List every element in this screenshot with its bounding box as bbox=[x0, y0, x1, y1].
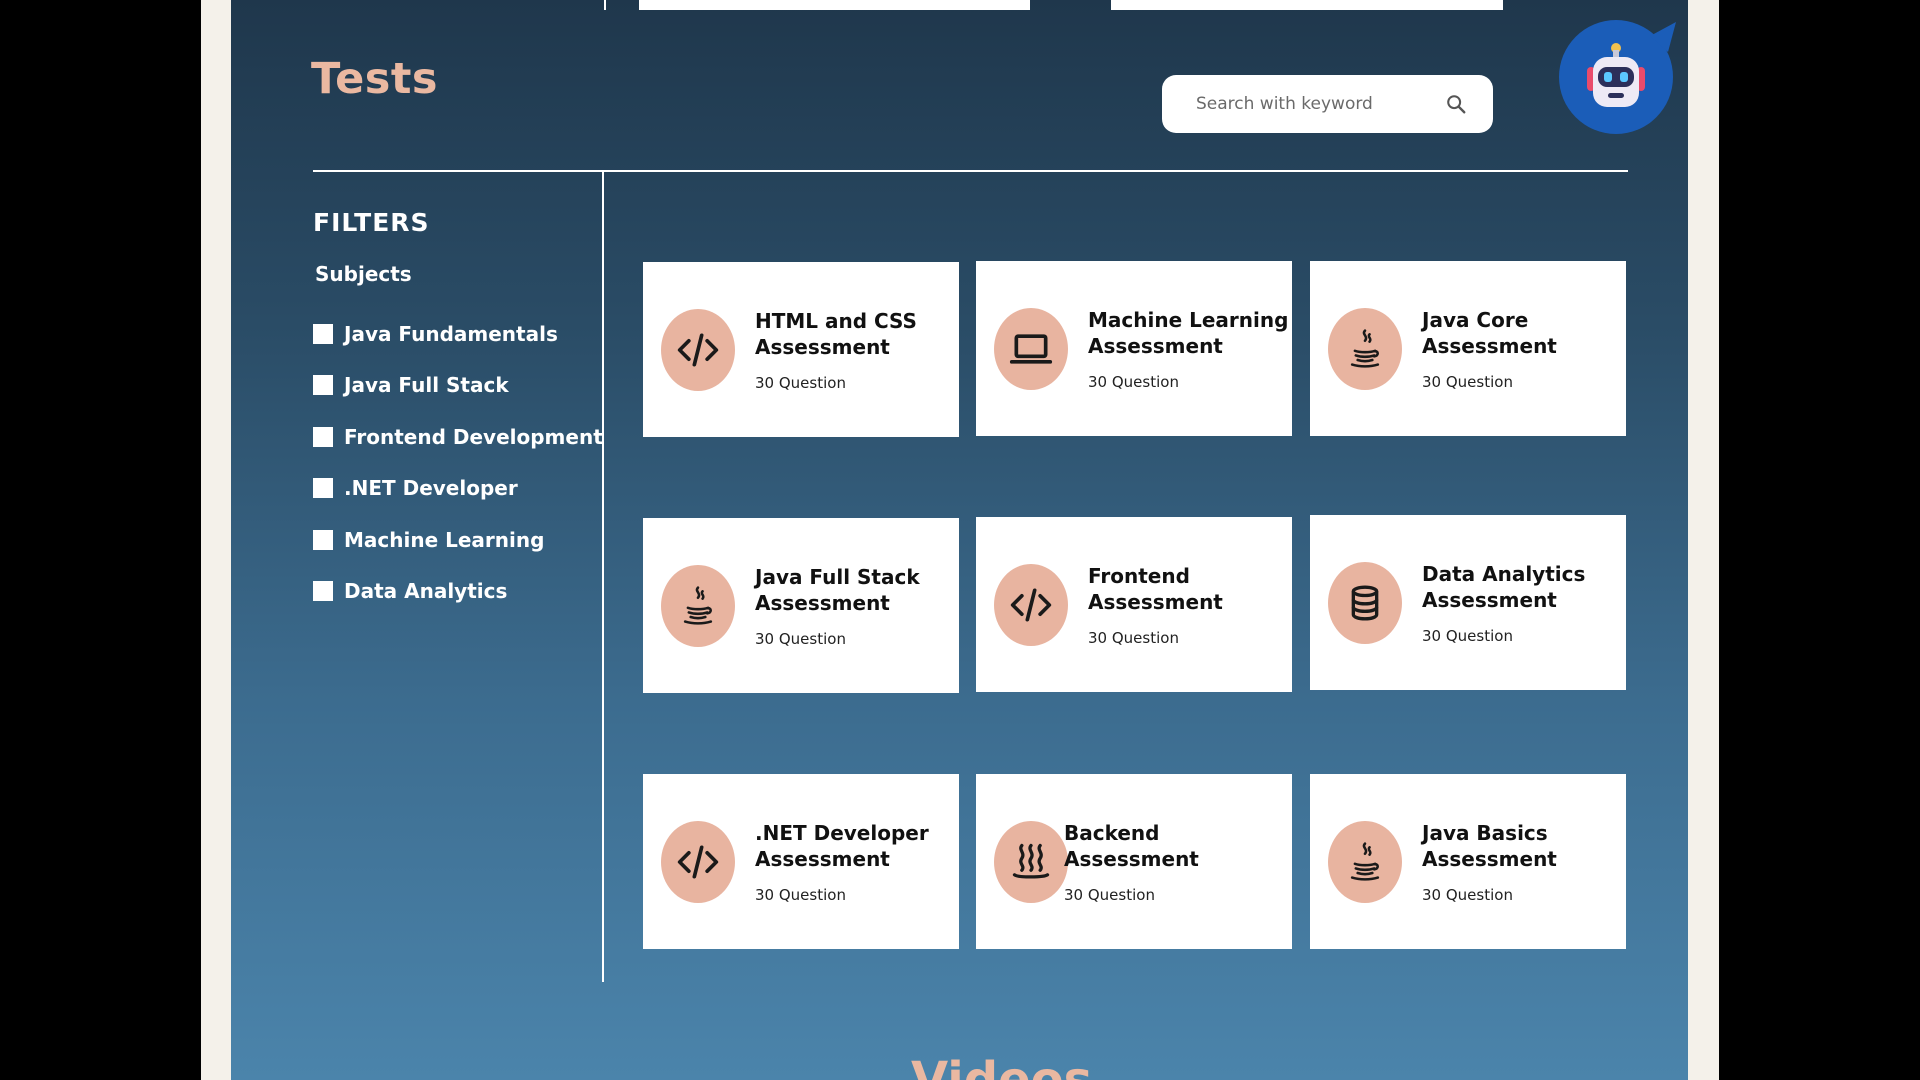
videos-section-title: Videos bbox=[911, 1052, 1093, 1080]
code-icon bbox=[994, 563, 1068, 646]
question-count: 30 Question bbox=[1088, 372, 1179, 391]
question-count: 30 Question bbox=[755, 629, 846, 648]
filter-frontend-development[interactable]: Frontend Development bbox=[313, 411, 603, 463]
question-count: 30 Question bbox=[1422, 885, 1513, 904]
test-card-backend[interactable]: Backend Assessment 30 Question bbox=[976, 774, 1292, 949]
page-title: Tests bbox=[311, 54, 439, 104]
filter-label: Frontend Development bbox=[344, 424, 603, 449]
java-cup-icon bbox=[661, 564, 735, 647]
filter-label: Java Full Stack bbox=[344, 373, 509, 398]
previous-card-edge bbox=[1111, 0, 1503, 10]
checkbox[interactable] bbox=[313, 529, 333, 550]
subject-filter-list: Java Fundamentals Java Full Stack Fronte… bbox=[313, 308, 603, 617]
filters-title: FILTERS bbox=[313, 208, 430, 237]
filter-label: Java Fundamentals bbox=[344, 321, 558, 346]
database-icon bbox=[1328, 561, 1402, 644]
search-input[interactable] bbox=[1194, 93, 1445, 115]
filter-label: .NET Developer bbox=[344, 476, 518, 501]
test-card-html-css[interactable]: HTML and CSS Assessment 30 Question bbox=[643, 262, 959, 437]
card-title: Java Core Assessment bbox=[1422, 307, 1557, 358]
question-count: 30 Question bbox=[1064, 885, 1155, 904]
java-cup-icon bbox=[1328, 820, 1402, 903]
card-title: .NET Developer Assessment bbox=[755, 820, 929, 871]
test-card-data-analytics[interactable]: Data Analytics Assessment 30 Question bbox=[1310, 515, 1626, 690]
filter-data-analytics[interactable]: Data Analytics bbox=[313, 566, 603, 618]
checkbox[interactable] bbox=[313, 581, 333, 602]
filter-java-full-stack[interactable]: Java Full Stack bbox=[313, 360, 603, 412]
checkbox[interactable] bbox=[313, 478, 333, 499]
steam-icon bbox=[994, 820, 1068, 903]
search-box[interactable] bbox=[1162, 75, 1493, 133]
page-frame: Tests FILTERS Subjects Java Fundamentals… bbox=[201, 0, 1719, 1080]
question-count: 30 Question bbox=[1422, 626, 1513, 645]
filter-java-fundamentals[interactable]: Java Fundamentals bbox=[313, 308, 603, 360]
card-title: Java Full Stack Assessment bbox=[755, 564, 920, 615]
test-card-frontend[interactable]: Frontend Assessment 30 Question bbox=[976, 517, 1292, 692]
top-divider-stub bbox=[604, 0, 606, 10]
card-title: HTML and CSS Assessment bbox=[755, 308, 917, 359]
chatbot-button[interactable] bbox=[1558, 12, 1678, 136]
tests-panel: Tests FILTERS Subjects Java Fundamentals… bbox=[231, 0, 1688, 1080]
code-icon bbox=[661, 308, 735, 391]
code-icon bbox=[661, 820, 735, 903]
checkbox[interactable] bbox=[313, 426, 333, 447]
card-title: Frontend Assessment bbox=[1088, 563, 1223, 614]
test-card-java-core[interactable]: Java Core Assessment 30 Question bbox=[1310, 261, 1626, 436]
checkbox[interactable] bbox=[313, 375, 333, 396]
filter-net-developer[interactable]: .NET Developer bbox=[313, 463, 603, 515]
question-count: 30 Question bbox=[1088, 628, 1179, 647]
filter-machine-learning[interactable]: Machine Learning bbox=[313, 514, 603, 566]
filter-label: Machine Learning bbox=[344, 527, 545, 552]
test-card-java-full-stack[interactable]: Java Full Stack Assessment 30 Question bbox=[643, 518, 959, 693]
question-count: 30 Question bbox=[755, 885, 846, 904]
search-icon[interactable] bbox=[1445, 93, 1467, 115]
java-cup-icon bbox=[1328, 307, 1402, 390]
test-card-java-basics[interactable]: Java Basics Assessment 30 Question bbox=[1310, 774, 1626, 949]
test-card-machine-learning[interactable]: Machine Learning Assessment 30 Question bbox=[976, 261, 1292, 436]
card-title: Data Analytics Assessment bbox=[1422, 561, 1586, 612]
card-title: Java Basics Assessment bbox=[1422, 820, 1557, 871]
robot-icon bbox=[1559, 20, 1676, 134]
question-count: 30 Question bbox=[755, 373, 846, 392]
checkbox[interactable] bbox=[313, 323, 333, 344]
filter-label: Data Analytics bbox=[344, 579, 508, 604]
card-title: Machine Learning Assessment bbox=[1088, 307, 1289, 358]
test-card-net-developer[interactable]: .NET Developer Assessment 30 Question bbox=[643, 774, 959, 949]
subjects-label: Subjects bbox=[315, 262, 412, 286]
question-count: 30 Question bbox=[1422, 372, 1513, 391]
card-title: Backend Assessment bbox=[1064, 820, 1199, 871]
laptop-icon bbox=[994, 307, 1068, 390]
header-divider bbox=[313, 170, 1628, 172]
previous-card-edge bbox=[639, 0, 1030, 10]
